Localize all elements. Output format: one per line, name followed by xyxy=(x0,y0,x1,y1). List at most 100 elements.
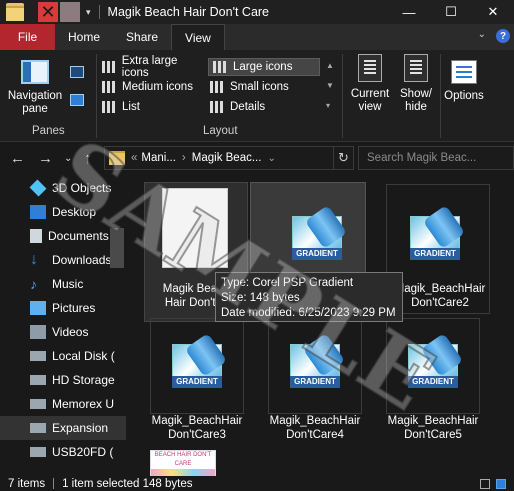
layout-item-label: Small icons xyxy=(230,81,289,93)
layout-expand-icon[interactable]: ▾ xyxy=(326,100,336,112)
gradient-tag: GRADIENT xyxy=(408,376,458,388)
window-controls: — ☐ ✕ xyxy=(388,0,514,24)
recent-locations-icon[interactable]: ⌄ xyxy=(64,153,72,164)
preview-pane-icon[interactable] xyxy=(70,66,84,78)
tooltip-type: Type: Corel PSP Gradient xyxy=(221,277,354,289)
path-dropdown-icon[interactable]: ⌄ xyxy=(267,153,275,164)
nav-item-downloads[interactable]: ↓ Downloads xyxy=(0,248,126,272)
quick-access-dropdown-icon[interactable]: ▾ xyxy=(86,7,91,18)
forward-arrow-icon[interactable]: → xyxy=(38,150,53,167)
preview-image-text: BEACH HAIR DON'T CARE xyxy=(151,451,215,469)
layout-details[interactable]: Details xyxy=(210,98,320,116)
nav-item-hd-storage[interactable]: HD Storage xyxy=(0,368,126,392)
show-hide-label: Show/ hide xyxy=(400,88,432,113)
drive-icon xyxy=(30,423,46,433)
nav-item-label: Local Disk ( xyxy=(52,349,115,363)
file-label: Magik_BeachHair Don'tCare5 xyxy=(387,415,479,441)
tab-home[interactable]: Home xyxy=(55,24,113,50)
nav-pane-scrollbar[interactable] xyxy=(110,228,124,268)
ribbon-separator xyxy=(96,54,97,138)
close-button[interactable]: ✕ xyxy=(472,0,514,24)
ribbon-separator xyxy=(342,54,343,138)
search-input[interactable]: Search Magik Beac... xyxy=(358,146,514,170)
path-segment[interactable]: Mani... xyxy=(141,152,176,164)
options-icon xyxy=(451,60,477,84)
ribbon-tabs-right: ⌄ ? xyxy=(478,29,510,43)
tab-share[interactable]: Share xyxy=(113,24,171,50)
layout-medium-icons[interactable]: Medium icons xyxy=(102,78,206,96)
refresh-icon[interactable]: ↻ xyxy=(333,146,353,170)
show-hide-button[interactable]: Show/ hide xyxy=(396,54,436,114)
title-bar: ✕ ▾ Magik Beach Hair Don't Care — ☐ ✕ xyxy=(0,0,514,24)
back-arrow-icon[interactable]: ← xyxy=(10,150,25,167)
options-button[interactable]: Options xyxy=(442,60,486,103)
gradient-file-icon: GRADIENT xyxy=(402,333,466,388)
title-separator xyxy=(98,5,100,19)
gradient-tag: GRADIENT xyxy=(290,376,340,388)
details-pane-icon[interactable] xyxy=(70,94,84,106)
nav-item-label: Pictures xyxy=(52,301,96,315)
layout-extra-large-icons[interactable]: Extra large icons xyxy=(102,55,206,79)
properties-icon[interactable] xyxy=(60,2,80,22)
nav-item-usb20fd[interactable]: USB20FD ( xyxy=(0,440,126,464)
layout-item-label: Extra large icons xyxy=(121,55,178,79)
extra-large-icons-icon xyxy=(102,61,116,73)
maximize-button[interactable]: ☐ xyxy=(430,0,472,24)
file-view: Magik Beach Hair Don't C GRADIENT GRADIE… xyxy=(128,174,514,476)
gradient-file-icon: GRADIENT xyxy=(286,205,350,260)
collapse-ribbon-icon[interactable]: ⌄ xyxy=(478,29,486,43)
nav-item-label: 3D Objects xyxy=(52,181,112,195)
file-label: Magik_BeachHair Don'tCare3 xyxy=(151,415,243,441)
nav-item-desktop[interactable]: Desktop xyxy=(0,200,126,224)
nav-item-documents[interactable]: Documents xyxy=(0,224,126,248)
minimize-button[interactable]: — xyxy=(388,0,430,24)
nav-item-label: Downloads xyxy=(52,253,112,267)
navigation-pane-label: Navigation pane xyxy=(7,90,63,115)
view-toggle-group xyxy=(480,478,506,489)
options-label: Options xyxy=(444,90,484,102)
large-icons-view-toggle-icon[interactable] xyxy=(496,478,506,489)
nav-item-3d-objects[interactable]: 3D Objects xyxy=(0,176,126,200)
status-items-count: 7 items xyxy=(8,477,46,490)
nav-item-label: Memorex U xyxy=(52,397,115,411)
nav-item-videos[interactable]: Videos xyxy=(0,320,126,344)
tab-view[interactable]: View xyxy=(171,24,225,50)
folder-icon[interactable] xyxy=(6,3,24,21)
address-box[interactable]: « Mani... › Magik Beac... ⌄ ↻ xyxy=(104,146,354,170)
layout-scroll-down-icon[interactable]: ▼ xyxy=(326,80,336,92)
nav-item-label: Videos xyxy=(52,325,89,339)
documents-icon xyxy=(30,229,42,243)
nav-item-pictures[interactable]: Pictures xyxy=(0,296,126,320)
navigation-pane-button[interactable]: Navigation pane xyxy=(6,60,64,116)
details-view-toggle-icon[interactable] xyxy=(480,478,490,489)
help-icon[interactable]: ? xyxy=(496,29,510,43)
nav-item-label: HD Storage xyxy=(52,373,115,387)
nav-item-music[interactable]: ♪ Music xyxy=(0,272,126,296)
tab-file[interactable]: File xyxy=(0,24,55,50)
large-icons-icon xyxy=(213,61,227,73)
panes-group-label: Panes xyxy=(32,125,65,137)
nav-item-local-disk[interactable]: Local Disk ( xyxy=(0,344,126,368)
delete-icon[interactable]: ✕ xyxy=(38,2,58,22)
tooltip-date: Date modified: 6/25/2023 9:29 PM xyxy=(221,307,396,319)
address-bar: ← → ⌄ ↑ « Mani... › Magik Beac... ⌄ ↻ Se… xyxy=(0,142,514,174)
layout-item-label: List xyxy=(122,101,140,113)
layout-scroll-up-icon[interactable]: ▲ xyxy=(326,60,336,72)
path-segment[interactable]: Magik Beac... xyxy=(192,152,262,164)
layout-large-icons[interactable]: Large icons xyxy=(208,58,320,76)
layout-list[interactable]: List xyxy=(102,98,206,116)
path-chevron-icon: › xyxy=(181,152,186,164)
file-tooltip: Type: Corel PSP Gradient Size: 148 bytes… xyxy=(215,272,403,322)
nav-item-memorex[interactable]: Memorex U xyxy=(0,392,126,416)
preview-image-thumbnail[interactable]: BEACH HAIR DON'T CARE xyxy=(150,450,216,476)
layout-small-icons[interactable]: Small icons xyxy=(210,78,320,96)
ribbon-separator xyxy=(440,54,441,138)
current-view-button[interactable]: Current view xyxy=(348,54,392,114)
ribbon-tabs: File Home Share View ⌄ ? xyxy=(0,24,514,50)
show-hide-icon xyxy=(404,54,428,82)
path-overflow[interactable]: « xyxy=(131,152,137,164)
3d-objects-icon xyxy=(29,179,47,197)
nav-item-expansion[interactable]: Expansion xyxy=(0,416,126,440)
nav-item-label: Music xyxy=(52,277,84,291)
up-arrow-icon[interactable]: ↑ xyxy=(84,150,92,167)
